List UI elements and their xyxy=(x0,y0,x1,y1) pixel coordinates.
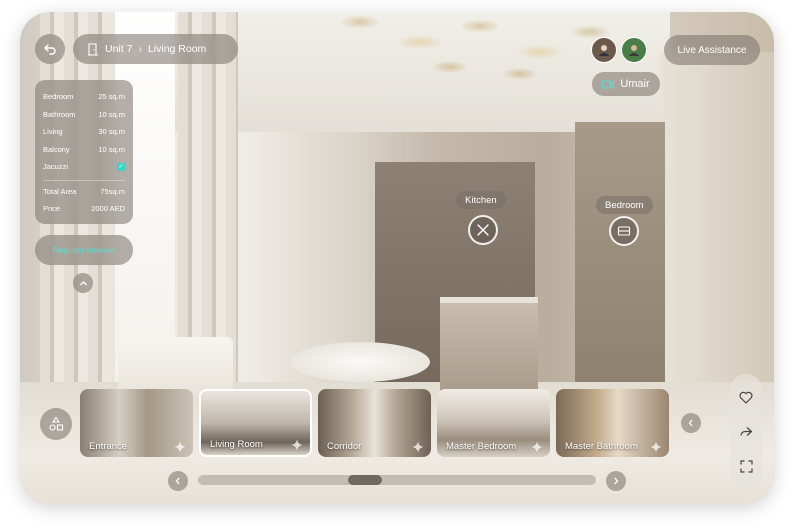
bed-icon xyxy=(617,226,631,236)
heart-icon[interactable] xyxy=(739,391,753,404)
detail-label: Bedroom xyxy=(43,92,74,102)
detail-value: 10 sq.m xyxy=(98,144,125,154)
unit-details-panel: Bedroom 25 sq.m Bathroom 10 sq.m Living 30 … xyxy=(35,80,133,224)
scroll-next-button[interactable] xyxy=(606,471,626,491)
room-thumbnail[interactable]: Master Bedroom xyxy=(437,389,550,457)
floorplan-button[interactable] xyxy=(40,408,72,440)
detail-label: Jacuzzi xyxy=(43,162,69,172)
chevron-up-icon xyxy=(79,280,87,285)
room-thumbnail-label: Entrance xyxy=(89,441,128,452)
room-thumbnails: Entrance Living Room Corridor Master Bed… xyxy=(80,389,674,457)
thumbnails-collapse-button[interactable] xyxy=(681,413,701,433)
scroll-prev-button[interactable] xyxy=(168,471,188,491)
person-icon xyxy=(628,45,640,56)
scene-lamp xyxy=(118,337,233,397)
move-icon xyxy=(175,442,185,452)
detail-row: Bathroom 10 sq.m xyxy=(43,106,125,124)
fullscreen-icon[interactable] xyxy=(739,460,753,473)
room-thumbnail[interactable]: Master Bathroom xyxy=(556,389,669,457)
tour-viewport[interactable]: Unit 7 › Living Room Bedroom 25 sq.m Bath… xyxy=(20,12,774,504)
avatar[interactable] xyxy=(621,37,647,63)
utensils-icon xyxy=(477,224,489,236)
detail-value: 30 sq.m xyxy=(98,127,125,137)
hotspot-bedroom[interactable] xyxy=(609,216,639,246)
move-icon xyxy=(651,442,661,452)
chevron-left-icon xyxy=(175,477,180,485)
room-thumbnail[interactable]: Corridor xyxy=(318,389,431,457)
summary-row: Total Area 75sq.m xyxy=(43,183,125,201)
room-thumbnail[interactable]: Living Room xyxy=(199,389,312,457)
register-interest-button[interactable]: Register Interest xyxy=(35,235,133,265)
scene-dining-table xyxy=(290,342,430,382)
detail-value: 10 sq.m xyxy=(98,109,125,119)
participants xyxy=(591,37,647,63)
live-assistance-button[interactable]: Live Assistance xyxy=(664,35,760,65)
chevron-right-icon xyxy=(614,477,619,485)
scene-wall-panel xyxy=(575,122,665,402)
scene-island xyxy=(440,297,538,397)
detail-row: Bedroom 25 sq.m xyxy=(43,88,125,106)
summary-row: Price 2000 AED xyxy=(43,200,125,218)
scene-wall xyxy=(660,52,774,412)
divider xyxy=(43,179,125,181)
jacuzzi-checkbox[interactable]: ✓ xyxy=(117,162,125,171)
breadcrumb-unit[interactable]: Unit 7 xyxy=(105,43,132,55)
video-camera-icon xyxy=(602,79,615,89)
move-icon xyxy=(532,442,542,452)
hotspot-label-bedroom[interactable]: Bedroom xyxy=(596,196,653,214)
hotspot-label-kitchen[interactable]: Kitchen xyxy=(456,191,506,209)
door-icon xyxy=(88,42,98,56)
summary-label: Total Area xyxy=(43,186,77,196)
breadcrumb: Unit 7 › Living Room xyxy=(73,34,238,64)
move-icon xyxy=(292,440,302,450)
hotspot-kitchen[interactable] xyxy=(468,215,498,245)
detail-label: Living xyxy=(43,127,63,137)
room-thumbnail-label: Living Room xyxy=(210,439,263,450)
detail-label: Balcony xyxy=(43,144,70,154)
detail-row: Jacuzzi ✓ xyxy=(43,158,125,176)
breadcrumb-room: Living Room xyxy=(147,43,207,55)
move-icon xyxy=(413,442,423,452)
current-user-chip[interactable]: Umair xyxy=(592,72,660,96)
summary-label: Price xyxy=(43,204,61,214)
chevron-right-icon: › xyxy=(138,43,142,55)
scene-chandelier xyxy=(330,12,630,82)
back-button[interactable] xyxy=(35,34,65,64)
collapse-panel-button[interactable] xyxy=(73,273,93,293)
shapes-icon xyxy=(49,416,64,431)
thumbnail-scrollbar[interactable] xyxy=(198,475,596,485)
detail-value: 25 sq.m xyxy=(98,92,125,102)
summary-value: 2000 AED xyxy=(91,204,125,214)
room-thumbnail-label: Master Bathroom xyxy=(565,441,638,452)
room-thumbnail-label: Master Bedroom xyxy=(446,441,517,452)
room-thumbnail[interactable]: Entrance xyxy=(80,389,193,457)
action-bar xyxy=(730,374,762,490)
share-icon[interactable] xyxy=(739,426,753,438)
person-icon xyxy=(598,45,610,56)
detail-row: Balcony 10 sq.m xyxy=(43,141,125,159)
room-thumbnail-label: Corridor xyxy=(327,441,362,452)
chevron-left-icon xyxy=(688,419,693,427)
scrollbar-handle[interactable] xyxy=(348,475,382,485)
avatar[interactable] xyxy=(591,37,617,63)
detail-label: Bathroom xyxy=(43,109,76,119)
summary-value: 75sq.m xyxy=(100,186,125,196)
detail-row: Living 30 sq.m xyxy=(43,123,125,141)
current-user-name: Umair xyxy=(620,78,650,90)
back-arrow-icon xyxy=(44,44,56,55)
